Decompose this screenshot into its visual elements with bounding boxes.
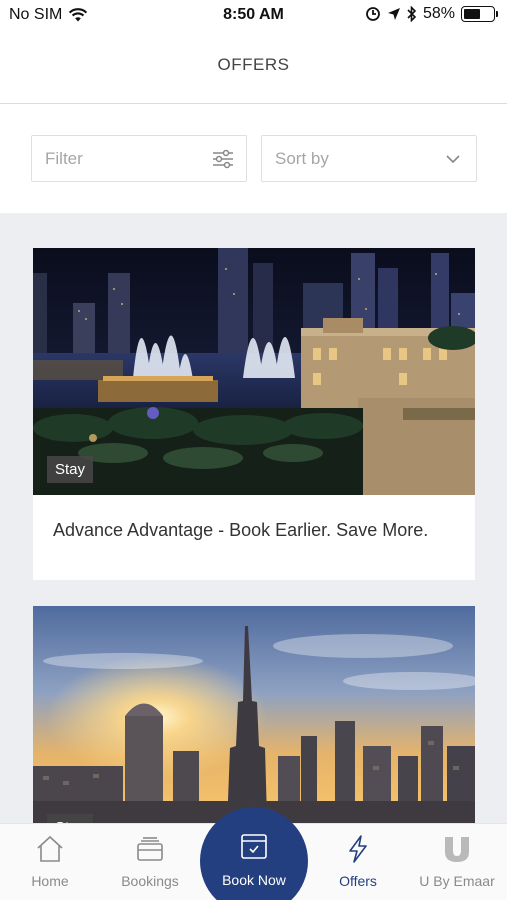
bookings-icon bbox=[137, 837, 163, 861]
tab-u-by-emaar[interactable]: U By Emaar bbox=[412, 824, 502, 900]
tab-bookings-label: Bookings bbox=[121, 873, 179, 889]
chevron-down-icon bbox=[446, 155, 460, 164]
bluetooth-icon bbox=[407, 6, 417, 22]
u-by-emaar-logo-icon bbox=[445, 837, 469, 862]
offer-card[interactable]: Stay bbox=[33, 606, 475, 823]
filter-sort-bar: Filter Sort by bbox=[0, 105, 507, 213]
tab-offers[interactable]: Offers bbox=[318, 824, 398, 900]
tab-u-by-emaar-label: U By Emaar bbox=[419, 873, 495, 889]
filter-placeholder: Filter bbox=[45, 149, 83, 168]
sort-dropdown[interactable]: Sort by bbox=[261, 135, 477, 182]
offer-category-badge: Stay bbox=[47, 814, 94, 823]
status-bar: No SIM 8:50 AM 58% bbox=[0, 0, 507, 30]
battery-percent: 58% bbox=[422, 5, 455, 22]
offers-list: Stay Advance Advantage - Book Earlier. S… bbox=[0, 213, 507, 823]
tab-home[interactable]: Home bbox=[10, 824, 90, 900]
status-right: 58% bbox=[365, 5, 498, 23]
battery-icon bbox=[461, 6, 498, 22]
home-icon bbox=[37, 835, 63, 862]
tab-offers-label: Offers bbox=[339, 873, 377, 889]
tab-home-label: Home bbox=[31, 873, 69, 889]
offer-image-skyline-sunset: Stay bbox=[33, 606, 475, 823]
dubai-fountain-night-photo bbox=[33, 248, 475, 495]
app-header: OFFERS bbox=[0, 30, 507, 104]
offer-title: Advance Advantage - Book Earlier. Save M… bbox=[53, 520, 429, 540]
battery-fill bbox=[464, 9, 481, 19]
calendar-check-icon bbox=[241, 834, 267, 859]
lightning-icon bbox=[349, 835, 367, 863]
sort-placeholder: Sort by bbox=[275, 149, 329, 168]
tab-bookings[interactable]: Bookings bbox=[110, 824, 190, 900]
dubai-skyline-sunset-photo bbox=[33, 606, 475, 823]
offer-card[interactable]: Stay Advance Advantage - Book Earlier. S… bbox=[33, 248, 475, 580]
offer-category-badge: Stay bbox=[47, 456, 94, 483]
location-lock-icon bbox=[366, 7, 380, 21]
filter-field[interactable]: Filter bbox=[31, 135, 247, 182]
sliders-icon bbox=[213, 149, 233, 169]
book-now-label: Book Now bbox=[222, 872, 286, 888]
page-title: OFFERS bbox=[217, 55, 290, 74]
location-arrow-icon bbox=[387, 8, 400, 20]
offer-image-night-fountain: Stay bbox=[33, 248, 475, 495]
